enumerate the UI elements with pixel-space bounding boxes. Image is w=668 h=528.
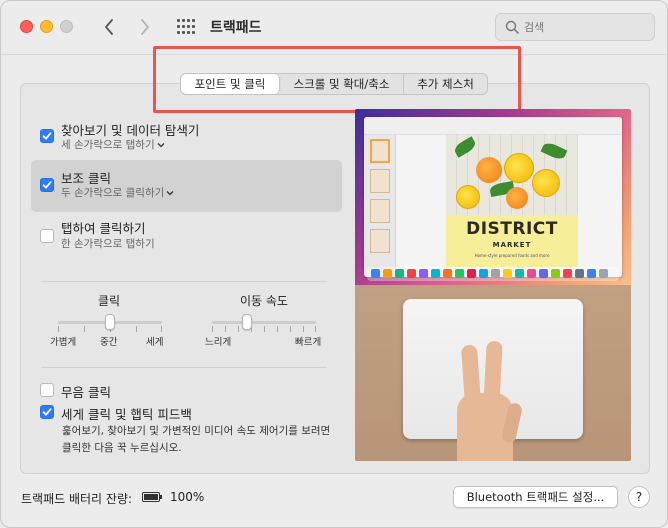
preview-thumbnail [370, 199, 390, 223]
preview-desk [355, 285, 631, 461]
poster-title: DISTRICT [466, 219, 558, 239]
lemon-shape [532, 169, 560, 197]
preview-app-toolbar [364, 117, 622, 135]
preview-app-window: DISTRICT MARKET Home-style prepared food… [364, 117, 622, 277]
slider-tick [212, 326, 213, 332]
orange-shape [476, 157, 502, 183]
preview-thumbnail [370, 169, 390, 193]
slider-tick [84, 326, 85, 332]
slider-tick [303, 326, 304, 332]
preview-screen: DISTRICT MARKET Home-style prepared food… [355, 109, 631, 285]
divider [41, 281, 327, 282]
silent-click-label: 무음 클릭 [61, 385, 111, 400]
gesture-preview-video: DISTRICT MARKET Home-style prepared food… [355, 109, 631, 461]
slider-tick [277, 326, 278, 332]
show-all-grid-icon[interactable] [176, 18, 196, 36]
minimize-button[interactable] [40, 20, 53, 33]
slider-tick [161, 326, 162, 332]
close-button[interactable] [20, 20, 33, 33]
battery-percentage: 100% [170, 490, 205, 504]
secondary-click-gesture-value: 두 손가락으로 클릭하기 [61, 187, 165, 199]
chevron-down-icon [166, 187, 174, 199]
click-slider-min-label: 가볍게 [50, 337, 77, 348]
lemon-shape [504, 153, 534, 183]
tap-to-click-label: 탭하여 클릭하기 [61, 221, 146, 236]
checkmark-icon [42, 408, 52, 416]
silent-click-checkbox[interactable] [40, 383, 54, 397]
slider-tick [315, 326, 316, 332]
divider [41, 367, 327, 368]
slider-tick [264, 326, 265, 332]
battery-icon [142, 492, 162, 502]
poster-subtitle: MARKET [492, 241, 532, 249]
option-tap-to-click: 탭하여 클릭하기 한 손가락으로 탭하기 [31, 217, 341, 257]
search-input[interactable] [524, 18, 648, 36]
option-secondary-click: 보조 클릭 두 손가락으로 클릭하기 [31, 167, 341, 207]
tab-highlight-annotation [153, 46, 521, 113]
tap-to-click-checkbox[interactable] [40, 229, 54, 243]
chevron-right-icon [141, 19, 149, 35]
secondary-click-checkbox[interactable] [40, 178, 54, 192]
preferences-window: 트랙패드 포인트 및 클릭 스크롤 및 확대/축소 추가 제스처 찾아보기 및 … [0, 0, 668, 528]
tracking-slider-max-label: 빠르게 [295, 337, 322, 348]
click-slider-knob[interactable] [105, 314, 115, 330]
chevron-down-icon [157, 139, 165, 151]
slider-tick [58, 326, 59, 332]
slider-tick [290, 326, 291, 332]
preview-dock [367, 267, 619, 281]
slider-tick [136, 326, 137, 332]
battery-fill [144, 494, 158, 500]
chevron-left-icon [105, 19, 113, 35]
force-click-description: 훑어보기, 찾아보기 및 가변적인 미디어 속도 제어기를 보려면 클릭한 다음… [62, 425, 331, 454]
slider-tick [238, 326, 239, 332]
help-button[interactable]: ? [628, 486, 650, 508]
click-slider-title: 클릭 [97, 294, 121, 308]
checkmark-icon [42, 132, 52, 140]
zoom-button[interactable] [60, 20, 73, 33]
lookup-checkbox[interactable] [40, 129, 54, 143]
bluetooth-trackpad-setup-button[interactable]: Bluetooth 트랙패드 설정... [453, 486, 618, 508]
window-title: 트랙패드 [210, 20, 262, 36]
checkmark-icon [42, 181, 52, 189]
click-slider-max-label: 세게 [146, 337, 164, 348]
lemon-shape [456, 185, 480, 209]
option-force-click: 세게 클릭 및 햅틱 피드백 [31, 403, 341, 423]
preview-thumbnail [370, 229, 390, 253]
option-silent-click: 무음 클릭 [31, 381, 341, 401]
orange-shape [506, 187, 528, 209]
tracking-slider-title: 이동 속도 [240, 294, 288, 308]
back-button[interactable] [97, 14, 121, 40]
force-click-checkbox[interactable] [40, 405, 54, 419]
click-slider-mid-label: 중간 [100, 337, 118, 348]
tap-to-click-sub: 한 손가락으로 탭하기 [61, 238, 155, 250]
preview-poster: DISTRICT MARKET Home-style prepared food… [446, 135, 578, 277]
search-icon [505, 20, 519, 34]
poster-tagline: Home-style prepared foods and more [474, 253, 550, 258]
force-click-label: 세게 클릭 및 햅틱 피드백 [61, 407, 192, 422]
battery-label: 트랙패드 배터리 잔량: [21, 492, 133, 506]
lookup-gesture-value: 세 손가락으로 탭하기 [61, 139, 155, 151]
preview-app-sidebar [364, 135, 396, 277]
forward-button[interactable] [133, 14, 157, 40]
preview-thumbnail [370, 139, 390, 163]
search-field[interactable] [495, 13, 655, 41]
secondary-click-gesture-popup[interactable]: 두 손가락으로 클릭하기 [61, 185, 174, 200]
lookup-gesture-popup[interactable]: 세 손가락으로 탭하기 [61, 137, 165, 152]
tracking-slider-track[interactable] [212, 321, 316, 324]
tracking-slider-knob[interactable] [242, 314, 252, 330]
slider-tick [225, 326, 226, 332]
option-lookup: 찾아보기 및 데이터 탐색기 세 손가락으로 탭하기 [31, 119, 341, 159]
tracking-slider-min-label: 느리게 [205, 337, 232, 348]
